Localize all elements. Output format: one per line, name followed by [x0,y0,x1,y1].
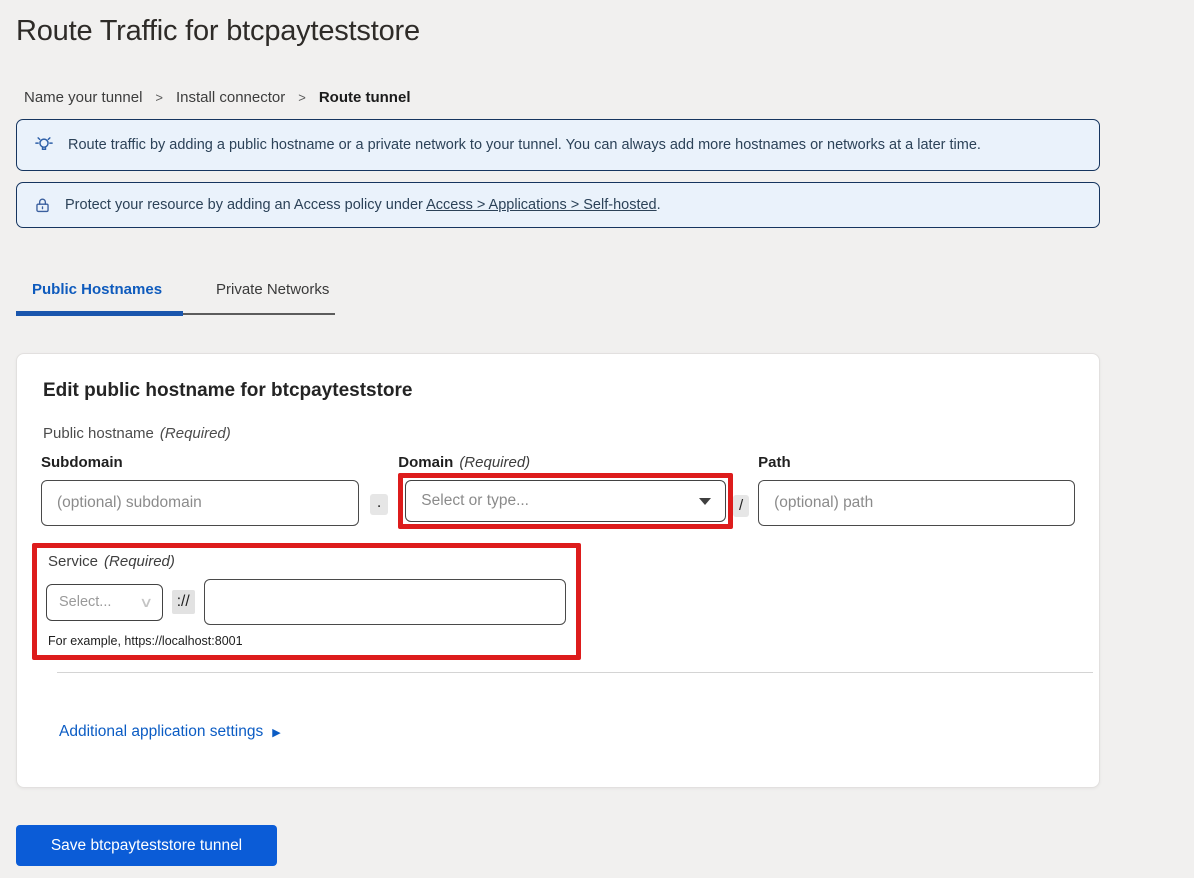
domain-label: Domain (Required) [398,454,733,471]
tab-private-networks[interactable]: Private Networks [183,281,329,311]
public-hostname-required: (Required) [160,425,231,442]
save-tunnel-button[interactable]: Save btcpayteststore tunnel [16,825,277,866]
chevron-down-icon: ∨ [139,595,153,609]
slash-separator: / [733,495,749,517]
service-example-text: For example, https://localhost:8001 [48,634,566,648]
public-hostname-caption: Public hostname (Required) [43,425,1075,442]
access-banner: Protect your resource by adding an Acces… [16,182,1100,228]
path-field-group: Path [758,454,1075,526]
service-label: Service (Required) [48,553,566,570]
service-row: Select... ∨ :// [46,579,566,625]
breadcrumb-separator: > [298,90,306,105]
lock-icon [33,196,52,215]
domain-select[interactable]: Select or type... [405,480,726,522]
card-divider [57,672,1093,673]
edit-hostname-card: Edit public hostname for btcpayteststore… [16,353,1100,788]
hostname-fields-row: Subdomain . Domain (Required) Select or t… [41,454,1075,529]
domain-label-text: Domain [398,454,453,471]
annotation-highlight-domain: Select or type... [398,473,733,529]
access-applications-link[interactable]: Access > Applications > Self-hosted [426,197,657,213]
tab-public-hostnames[interactable]: Public Hostnames [16,281,183,311]
service-type-placeholder: Select... [59,594,111,610]
active-tab-indicator [16,311,183,316]
service-type-select[interactable]: Select... ∨ [46,584,163,621]
tab-track-line [183,313,335,315]
chevron-down-icon [699,498,711,505]
subdomain-label: Subdomain [41,454,359,471]
domain-field-group: Domain (Required) Select or type... [398,454,733,529]
access-banner-text: Protect your resource by adding an Acces… [65,197,661,213]
breadcrumb-name-your-tunnel[interactable]: Name your tunnel [24,89,142,106]
breadcrumb-route-tunnel: Route tunnel [319,89,411,106]
public-hostname-label: Public hostname [43,425,154,442]
access-banner-text-before: Protect your resource by adding an Acces… [65,197,426,213]
annotation-highlight-service: Service (Required) Select... ∨ :// For ex… [32,543,581,660]
additional-application-settings-link[interactable]: Additional application settings ▶ [59,723,281,741]
service-label-text: Service [48,553,98,570]
service-required: (Required) [104,553,175,570]
scheme-separator: :// [172,590,195,614]
tab-underline-track [16,311,335,316]
hostname-tabs: Public Hostnames Private Networks [16,281,1116,316]
breadcrumb-separator: > [155,90,163,105]
access-banner-text-after: . [657,197,661,213]
card-title: Edit public hostname for btcpayteststore [43,380,1075,402]
path-label: Path [758,454,1075,471]
lightbulb-icon [33,134,55,156]
domain-required: (Required) [459,454,530,471]
service-url-input[interactable] [204,579,566,625]
breadcrumb: Name your tunnel > Install connector > R… [24,89,1116,106]
subdomain-input[interactable] [41,480,359,526]
path-input[interactable] [758,480,1075,526]
domain-select-placeholder: Select or type... [421,492,529,510]
page-title: Route Traffic for btcpayteststore [16,13,1116,49]
expand-arrow-icon: ▶ [272,726,280,739]
tip-banner-text: Route traffic by adding a public hostnam… [68,137,981,153]
page-content: Route Traffic for btcpayteststore Name y… [0,13,1116,866]
dot-separator: . [370,494,388,515]
subdomain-field-group: Subdomain [41,454,359,526]
additional-settings-label: Additional application settings [59,723,263,741]
breadcrumb-install-connector[interactable]: Install connector [176,89,285,106]
tip-banner: Route traffic by adding a public hostnam… [16,119,1100,171]
